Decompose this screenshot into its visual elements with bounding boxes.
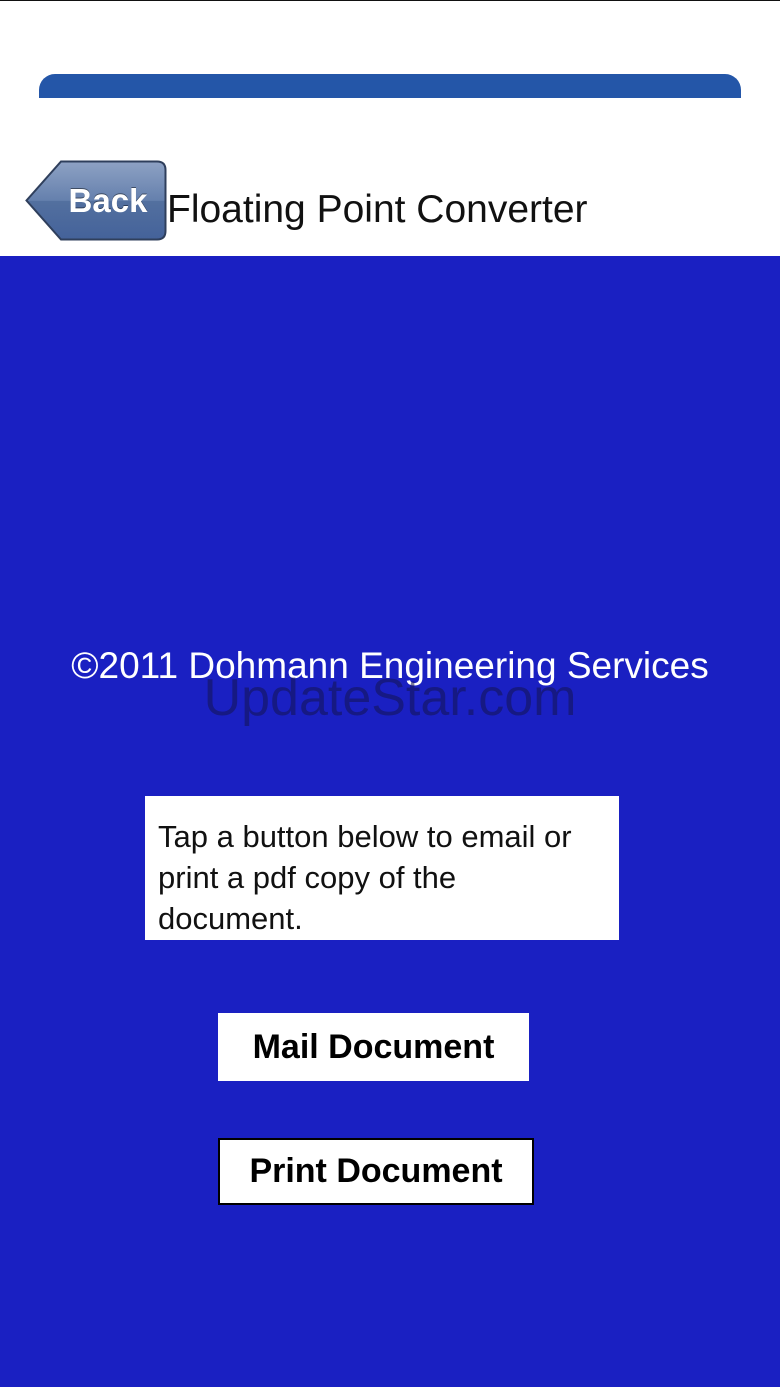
top-divider bbox=[0, 0, 780, 1]
app-screen: Back Floating Point Converter ©2011 Dohm… bbox=[0, 0, 780, 1387]
main-content: ©2011 Dohmann Engineering Services Updat… bbox=[0, 256, 780, 1387]
back-button-label: Back bbox=[68, 182, 148, 219]
print-document-button[interactable]: Print Document bbox=[218, 1138, 534, 1205]
watermark-text: UpdateStar.com bbox=[203, 669, 577, 727]
back-button[interactable]: Back bbox=[25, 160, 167, 241]
page-title: Floating Point Converter bbox=[167, 188, 588, 231]
header-bar bbox=[39, 74, 741, 98]
instructions-box: Tap a button below to email or print a p… bbox=[145, 796, 619, 940]
mail-document-button[interactable]: Mail Document bbox=[218, 1013, 529, 1081]
